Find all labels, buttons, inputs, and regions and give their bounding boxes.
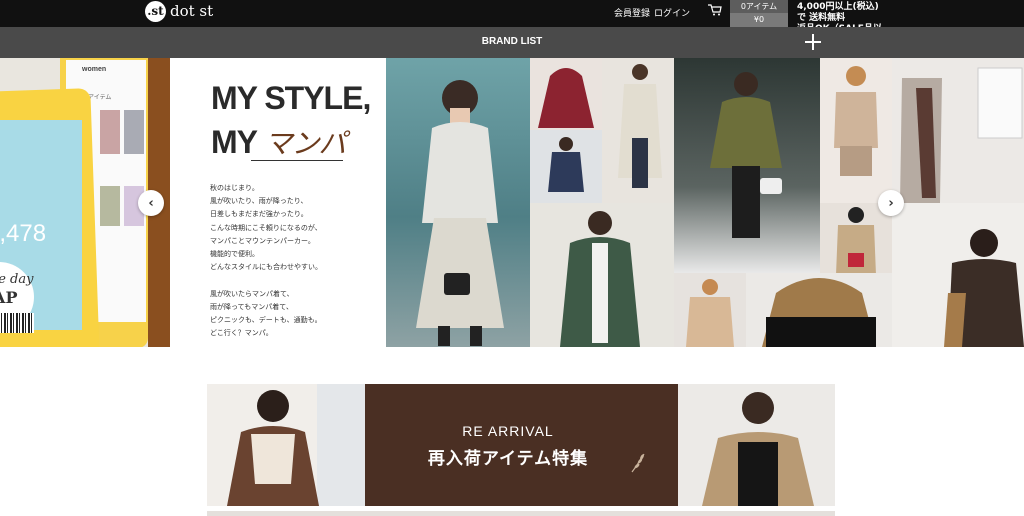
leopard-figure	[944, 229, 1024, 347]
cart-total: ¥0	[730, 13, 788, 27]
re-arrival-panel[interactable]: RE ARRIVAL 再入荷アイテム特集	[365, 384, 678, 506]
collage-photo-model2[interactable]	[602, 58, 674, 203]
collage-photo-man[interactable]	[530, 203, 674, 347]
banner-photo-right	[678, 384, 835, 506]
brand-list-label: BRAND LIST	[481, 36, 543, 47]
top-bar: .st dot st 会員登録 ログイン 0アイテム ¥0 4,000円以上(税…	[0, 0, 1024, 45]
register-link[interactable]: 会員登録	[614, 6, 650, 19]
collage-photo-red-parka[interactable]	[530, 58, 602, 130]
woman-figure	[686, 279, 734, 347]
collage-photo-twotone[interactable]	[746, 273, 892, 347]
plus-icon[interactable]	[805, 34, 821, 50]
hero-text-panel: MY STYLE, MY マンパ 秋のはじまり。 風が吹いたり、雨が降ったり、 …	[170, 58, 386, 347]
hero-title-line2: MY マンパ	[211, 122, 346, 162]
collage-photo-child[interactable]	[530, 130, 602, 203]
beige-figure	[834, 66, 878, 176]
collage-photo-leopard[interactable]	[892, 203, 1024, 347]
child-figure	[548, 137, 584, 192]
hero-title-line1: MY STYLE,	[211, 80, 371, 116]
bottom-strip	[207, 511, 835, 516]
collage-photo-woman[interactable]	[674, 273, 746, 347]
twotone-parka	[762, 278, 876, 347]
banner-photo-left	[207, 384, 365, 506]
chevron-left-icon: ‹	[148, 195, 154, 211]
cart-summary[interactable]: 0アイテム ¥0	[730, 0, 788, 27]
banner-left-figure	[227, 384, 365, 506]
hero-carousel: women 新着アイテム 1,478 one day TAP MY STYLE,…	[0, 58, 1024, 347]
model-figure	[416, 80, 504, 346]
re-arrival-label-jp: 再入荷アイテム特集	[427, 449, 589, 469]
scarf-figure	[900, 67, 1023, 203]
chevron-right-icon: ›	[888, 195, 894, 211]
hero-title-accent: マンパ	[264, 127, 346, 160]
cart-icon[interactable]	[708, 4, 722, 16]
logo-mark: .st	[145, 0, 166, 22]
re-arrival-banner[interactable]: RE ARRIVAL 再入荷アイテム特集	[207, 384, 835, 506]
collage-photo-redskirt[interactable]	[820, 203, 892, 275]
collage-photo-beige[interactable]	[820, 58, 892, 203]
logo[interactable]: .st dot st	[145, 0, 213, 22]
app-points: 1,478	[0, 220, 47, 247]
khaki-figure	[710, 72, 782, 238]
cart-count: 0アイテム	[740, 2, 778, 11]
app-promo-line2: TAP	[0, 288, 18, 307]
app-item-image	[100, 110, 120, 154]
banner-right-figure	[702, 392, 814, 506]
hero-paragraph: 秋のはじまり。 風が吹いたり、雨が降ったり、 日差しもまだまだ強かったり。 こん…	[210, 184, 322, 338]
app-tag: women	[82, 66, 107, 73]
app-item-image	[124, 110, 144, 154]
barcode	[0, 313, 34, 333]
model2-figure	[618, 64, 662, 188]
collage-photo-scarf[interactable]	[892, 58, 1024, 203]
brand-list-bar[interactable]: BRAND LIST	[0, 27, 1024, 58]
logo-text: dot st	[170, 2, 214, 20]
app-item-image	[100, 186, 120, 226]
carousel-prev-button[interactable]: ‹	[138, 190, 164, 216]
laurel-icon	[631, 453, 645, 473]
collage-photo-khaki[interactable]	[674, 58, 820, 273]
man-figure	[560, 211, 640, 347]
hero-title-prefix: MY	[211, 124, 257, 160]
re-arrival-label-en: RE ARRIVAL	[462, 423, 554, 439]
hero-title-underline	[251, 160, 343, 161]
redskirt-figure	[836, 207, 876, 275]
carousel-next-button[interactable]: ›	[878, 190, 904, 216]
phone-front-screen: 1,478 one day TAP	[0, 120, 82, 333]
app-promo-line1: one day	[0, 272, 34, 287]
red-parka	[538, 68, 594, 128]
login-link[interactable]: ログイン	[654, 6, 690, 19]
model-photo[interactable]	[386, 58, 530, 347]
